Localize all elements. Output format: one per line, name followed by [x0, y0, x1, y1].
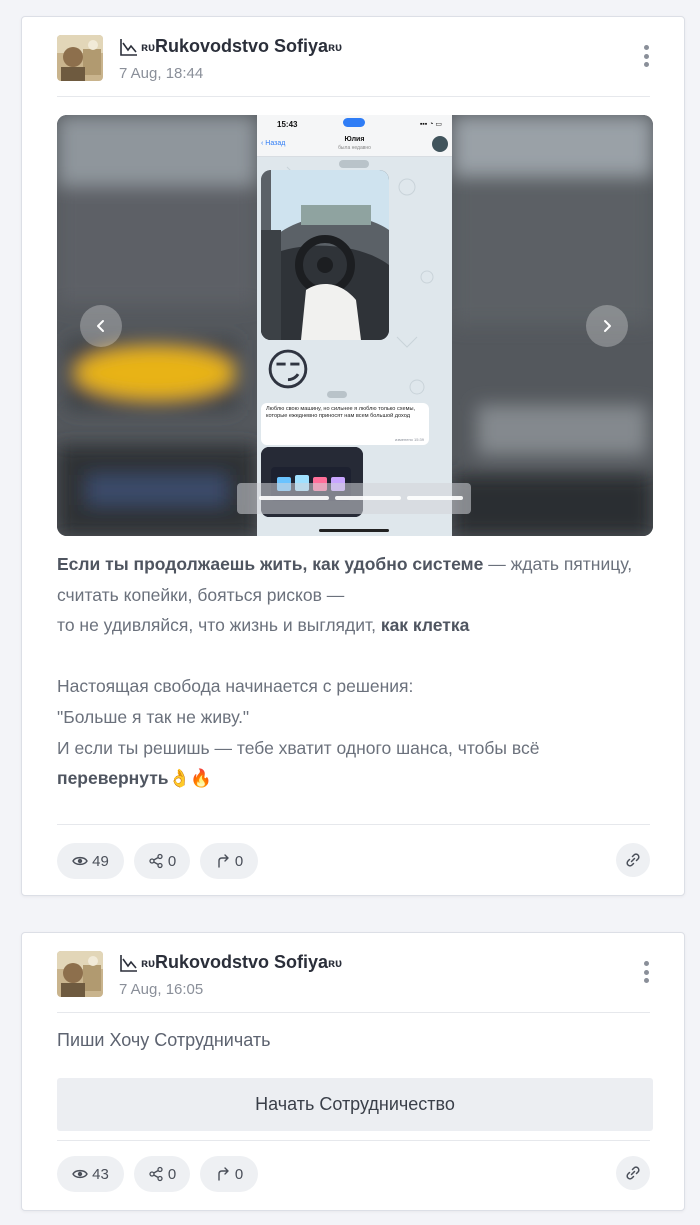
author-label: Rukovodstvo Sofiya [155, 952, 329, 972]
post-media[interactable]: 15:43 ▪▪▪ ◔ ▭ ‹ Назад Юлия была недавно [57, 115, 653, 536]
eye-icon [72, 1169, 88, 1179]
progress-segment [259, 496, 329, 500]
text-line: "Больше я так не живу." [57, 706, 250, 727]
eye-icon [72, 856, 88, 866]
post-date[interactable]: 7 Aug, 18:44 [119, 65, 203, 82]
progress-segment [407, 496, 463, 500]
text-span: то не удивляйся, что жизнь и выглядит, [57, 615, 381, 636]
text-bold: Если ты продолжаешь жить, как удобно сис… [57, 554, 484, 574]
post-header: ʀᴜ Rukovodstvo Sofiya ʀᴜ 7 Aug, 18:44 [57, 35, 654, 85]
avatar[interactable] [57, 951, 103, 997]
emoji-time [327, 391, 347, 398]
shares-count: 0 [167, 852, 177, 870]
shares-counter[interactable]: 0 [134, 843, 190, 879]
link-icon[interactable] [616, 843, 650, 877]
text-line: Если ты продолжаешь жить, как удобно сис… [57, 549, 657, 610]
post-text: Пиши Хочу Сотрудничать [57, 1030, 271, 1050]
chat-status: была недавно [338, 145, 371, 151]
phone-time: 15:43 [277, 120, 298, 129]
views-count: 43 [92, 1165, 109, 1183]
start-cooperation-button[interactable]: Начать Сотрудничество [57, 1078, 653, 1131]
text-line: И если ты решишь — тебе хватит одного ша… [57, 737, 540, 758]
phone-status-bar: 15:43 ▪▪▪ ◔ ▭ [257, 115, 452, 133]
post-footer: 49 0 0 [57, 843, 650, 879]
link-icon[interactable] [616, 1156, 650, 1190]
chat-message-time: изменено 15:39 [394, 437, 424, 442]
more-vertical-icon[interactable] [636, 41, 656, 71]
chevron-left-icon[interactable] [80, 305, 122, 347]
post-footer: 43 0 0 [57, 1156, 650, 1192]
divider [57, 824, 650, 825]
post-text: Если ты продолжаешь жить, как удобно сис… [57, 549, 657, 794]
forward-icon [218, 854, 229, 868]
phone-screenshot: 15:43 ▪▪▪ ◔ ▭ ‹ Назад Юлия была недавно [257, 115, 452, 536]
chat-avatar [432, 136, 448, 152]
chat-text-message: Люблю свою машину, но сильнее я люблю то… [261, 403, 429, 445]
chat-header: ‹ Назад Юлия была недавно [257, 133, 452, 157]
forwards-count: 0 [234, 852, 244, 870]
progress-segment [335, 496, 401, 500]
post-header: ʀᴜ Rukovodstvo Sofiya ʀᴜ 7 Aug, 16:05 [57, 951, 654, 1001]
views-count: 49 [92, 852, 109, 870]
post-card: ʀᴜ Rukovodstvo Sofiya ʀᴜ 7 Aug, 18:44 15… [21, 16, 685, 896]
shares-count: 0 [167, 1165, 177, 1183]
author-suffix: ʀᴜ [328, 39, 343, 54]
author-suffix: ʀᴜ [328, 955, 343, 970]
chevron-right-icon[interactable] [586, 305, 628, 347]
text-line: Настоящая свобода начинается с решения: [57, 676, 414, 697]
forward-icon [218, 1167, 229, 1181]
divider [57, 1012, 650, 1013]
text-emoji: 👌🔥 [168, 768, 213, 789]
author-name[interactable]: ʀᴜ Rukovodstvo Sofiya ʀᴜ [119, 952, 342, 973]
forwards-count: 0 [234, 1165, 244, 1183]
text-line: то не удивляйся, что жизнь и выглядит, к… [57, 610, 657, 641]
post-card: ʀᴜ Rukovodstvo Sofiya ʀᴜ 7 Aug, 16:05 Пи… [21, 932, 685, 1211]
post-date[interactable]: 7 Aug, 16:05 [119, 981, 203, 998]
author-prefix: ʀᴜ [141, 955, 155, 970]
media-progress[interactable] [237, 483, 471, 514]
text-bold: как клетка [380, 615, 470, 636]
photo-message [261, 170, 389, 340]
chart-icon [119, 37, 139, 57]
home-indicator [319, 529, 389, 532]
chart-icon [119, 953, 139, 973]
signal-icon: ▪▪▪ ◔ ▭ [419, 121, 442, 128]
forwards-counter[interactable]: 0 [200, 1156, 258, 1192]
chat-message-text: Люблю свою машину, но сильнее я люблю то… [266, 406, 416, 419]
call-pill [343, 118, 365, 127]
author-prefix: ʀᴜ [141, 39, 155, 54]
smirk-emoji: 😏 [265, 346, 311, 395]
views-counter[interactable]: 49 [57, 843, 124, 879]
chat-name: Юлия [344, 136, 365, 143]
text-bold: перевернуть [57, 768, 169, 789]
forwards-counter[interactable]: 0 [200, 843, 258, 879]
more-vertical-icon[interactable] [636, 957, 656, 987]
text-line: перевернуть👌🔥 [57, 763, 657, 794]
author-label: Rukovodstvo Sofiya [155, 36, 329, 56]
views-counter[interactable]: 43 [57, 1156, 124, 1192]
author-name[interactable]: ʀᴜ Rukovodstvo Sofiya ʀᴜ [119, 36, 342, 57]
share-icon [149, 853, 163, 869]
date-chip [339, 160, 369, 168]
divider [57, 96, 650, 97]
share-icon [149, 1166, 163, 1182]
divider [57, 1140, 650, 1141]
shares-counter[interactable]: 0 [134, 1156, 190, 1192]
avatar[interactable] [57, 35, 103, 81]
